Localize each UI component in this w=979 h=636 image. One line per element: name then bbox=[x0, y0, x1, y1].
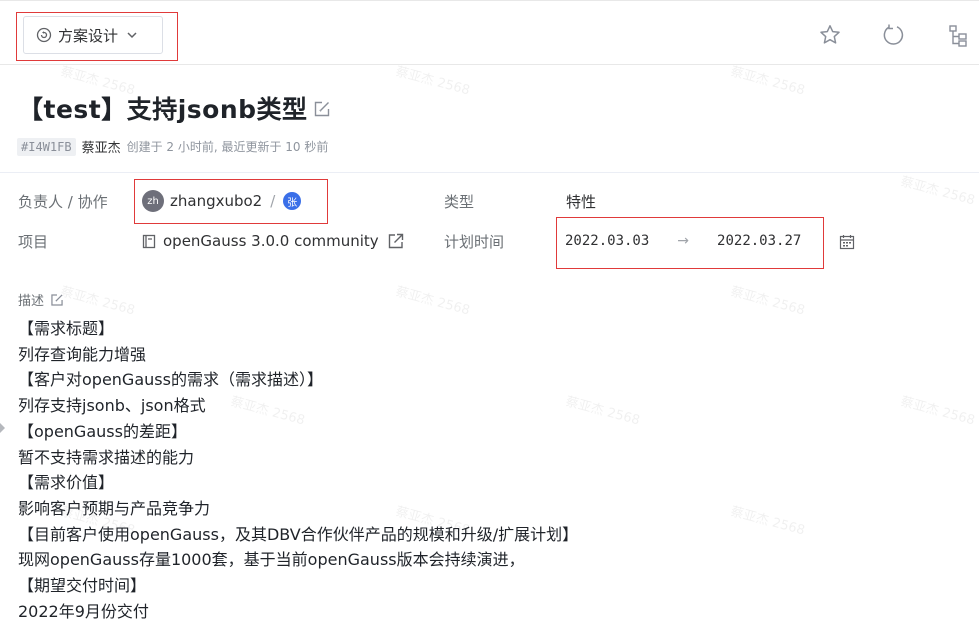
chevron-down-icon bbox=[127, 32, 137, 39]
description-line: 暂不支持需求描述的能力 bbox=[18, 447, 195, 467]
book-icon bbox=[142, 234, 156, 248]
assignee-value[interactable]: zh zhangxubo2 / 张 bbox=[142, 190, 302, 212]
project-name[interactable]: openGauss 3.0.0 community bbox=[163, 232, 379, 250]
status-label: 方案设计 bbox=[58, 26, 119, 45]
description-line: 列存支持jsonb、json格式 bbox=[18, 396, 206, 416]
description-line: 【openGauss的差距】 bbox=[18, 421, 187, 441]
watermark: 蔡亚杰 2568 bbox=[898, 394, 977, 429]
description-label-text: 描述 bbox=[18, 294, 45, 309]
assignee-label: 负责人 / 协作 bbox=[18, 193, 108, 211]
description-line: 【客户对openGauss的需求（需求描述）】 bbox=[18, 370, 323, 390]
watermark: 蔡亚杰 2568 bbox=[393, 64, 472, 99]
type-label: 类型 bbox=[444, 193, 475, 211]
issue-title: 【test】支持jsonb类型 bbox=[18, 95, 308, 124]
calendar-icon[interactable] bbox=[839, 234, 855, 250]
description-line: 【目前客户使用openGauss，及其DBV合作伙伴产品的规模和升级/扩展计划】 bbox=[18, 524, 579, 544]
description-line: 【期望交付时间】 bbox=[18, 576, 147, 596]
refresh-icon[interactable] bbox=[882, 23, 906, 47]
description-line: 现网openGauss存量1000套，基于当前openGauss版本会持续演进， bbox=[18, 550, 525, 570]
issue-timeline: 创建于 2 小时前, 最近更新于 10 秒前 bbox=[126, 140, 329, 154]
avatar: zh bbox=[142, 190, 164, 212]
watermark: 蔡亚杰 2568 bbox=[728, 284, 807, 319]
description-line: 【需求价值】 bbox=[18, 473, 115, 493]
project-label: 项目 bbox=[18, 233, 49, 251]
watermark: 蔡亚杰 2568 bbox=[728, 504, 807, 539]
end-date[interactable]: 2022.03.27 bbox=[717, 233, 801, 249]
status-icon bbox=[36, 27, 52, 43]
watermark: 蔡亚杰 2568 bbox=[728, 64, 807, 99]
description-line: 2022年9月份交付 bbox=[18, 601, 149, 621]
status-dropdown-button[interactable]: 方案设计 bbox=[23, 16, 163, 54]
plan-time-range[interactable]: 2022.03.03 → 2022.03.27 bbox=[565, 233, 801, 249]
description-label: 描述 bbox=[18, 290, 64, 309]
start-date[interactable]: 2022.03.03 bbox=[565, 233, 649, 249]
description-body: 【需求标题】 列存查询能力增强 【客户对openGauss的需求（需求描述）】 … bbox=[18, 316, 578, 624]
collapse-handle[interactable] bbox=[0, 423, 5, 433]
plan-time-label: 计划时间 bbox=[444, 233, 505, 251]
tree-icon[interactable] bbox=[948, 23, 968, 47]
collaborator-avatar[interactable]: 张 bbox=[283, 192, 302, 210]
assignee-separator: / bbox=[270, 192, 276, 210]
divider bbox=[0, 172, 979, 173]
watermark: 蔡亚杰 2568 bbox=[58, 284, 137, 319]
issue-id[interactable]: #I4W1FB bbox=[17, 137, 76, 156]
issue-meta: #I4W1FB 蔡亚杰 创建于 2 小时前, 最近更新于 10 秒前 bbox=[17, 137, 328, 156]
external-link-icon[interactable] bbox=[387, 232, 405, 250]
date-arrow: → bbox=[677, 233, 690, 249]
watermark: 蔡亚杰 2568 bbox=[898, 174, 977, 209]
watermark: 蔡亚杰 2568 bbox=[393, 284, 472, 319]
type-value[interactable]: 特性 bbox=[566, 191, 596, 212]
top-bar: 方案设计 bbox=[0, 0, 979, 65]
description-line: 影响客户预期与产品竞争力 bbox=[18, 498, 211, 518]
star-icon[interactable] bbox=[818, 23, 842, 47]
edit-icon[interactable] bbox=[313, 100, 331, 118]
description-line: 列存查询能力增强 bbox=[18, 344, 147, 364]
project-value[interactable]: openGauss 3.0.0 community bbox=[142, 232, 405, 250]
author-name[interactable]: 蔡亚杰 bbox=[82, 137, 121, 156]
assignee-name: zhangxubo2 bbox=[170, 192, 263, 210]
description-line: 【需求标题】 bbox=[18, 319, 115, 338]
edit-icon[interactable] bbox=[50, 293, 64, 307]
